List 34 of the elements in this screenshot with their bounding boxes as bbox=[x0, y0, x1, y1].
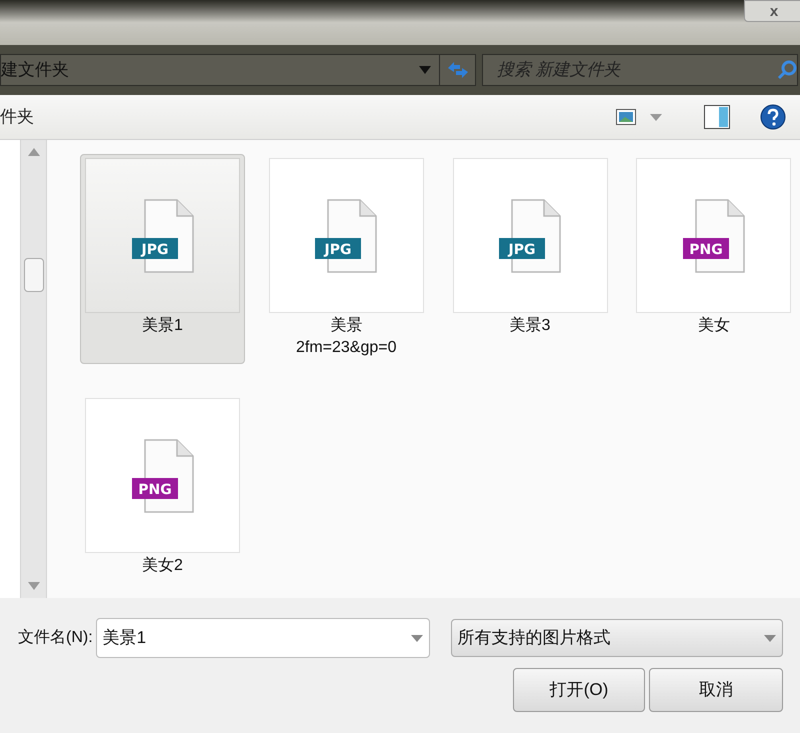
file-name: 美景3 bbox=[510, 316, 550, 336]
dropdown-icon bbox=[410, 634, 423, 642]
file-item[interactable]: JPG 美景 2fm=23&gp=0 bbox=[264, 154, 429, 364]
help-icon[interactable] bbox=[760, 104, 786, 130]
scroll-thumb[interactable] bbox=[24, 258, 44, 292]
file-item[interactable]: JPG 美景1 bbox=[80, 154, 245, 364]
scrollbar[interactable] bbox=[20, 140, 47, 598]
file-type-value: 所有支持的图片格式 bbox=[458, 627, 612, 650]
file-type-dropdown[interactable]: 所有支持的图片格式 bbox=[450, 619, 783, 657]
scroll-down-icon[interactable] bbox=[28, 582, 40, 590]
address-path: 建文件夹 bbox=[1, 59, 70, 82]
close-button[interactable]: x bbox=[744, 0, 800, 22]
refresh-icon bbox=[446, 60, 470, 80]
file-name: 美女2 bbox=[142, 556, 183, 576]
file-item[interactable]: PNG 美女 bbox=[631, 154, 796, 364]
file-item[interactable]: JPG 美景3 bbox=[448, 154, 612, 364]
toolbar-label: 件夹 bbox=[0, 106, 35, 128]
view-icon[interactable] bbox=[616, 109, 636, 125]
caret-icon[interactable] bbox=[650, 114, 662, 120]
open-button[interactable]: 打开(O) bbox=[513, 668, 645, 712]
dropdown-icon bbox=[419, 66, 431, 74]
filename-label: 文件名(N): bbox=[18, 628, 93, 648]
filename-field[interactable]: 美景1 bbox=[96, 618, 430, 658]
filename-value: 美景1 bbox=[102, 627, 148, 650]
file-item[interactable]: PNG 美女2 bbox=[80, 394, 245, 582]
file-name: 美女 bbox=[698, 316, 730, 336]
cancel-button[interactable]: 取消 bbox=[649, 668, 783, 712]
preview-pane-icon[interactable] bbox=[704, 105, 730, 129]
search-icon bbox=[777, 60, 797, 80]
search-placeholder: 搜索 新建文件夹 bbox=[497, 59, 622, 82]
dropdown-icon bbox=[764, 634, 776, 642]
file-name: 美景 2fm=23&gp=0 bbox=[296, 316, 397, 358]
file-name: 美景1 bbox=[142, 316, 183, 336]
scroll-up-icon[interactable] bbox=[28, 148, 40, 156]
